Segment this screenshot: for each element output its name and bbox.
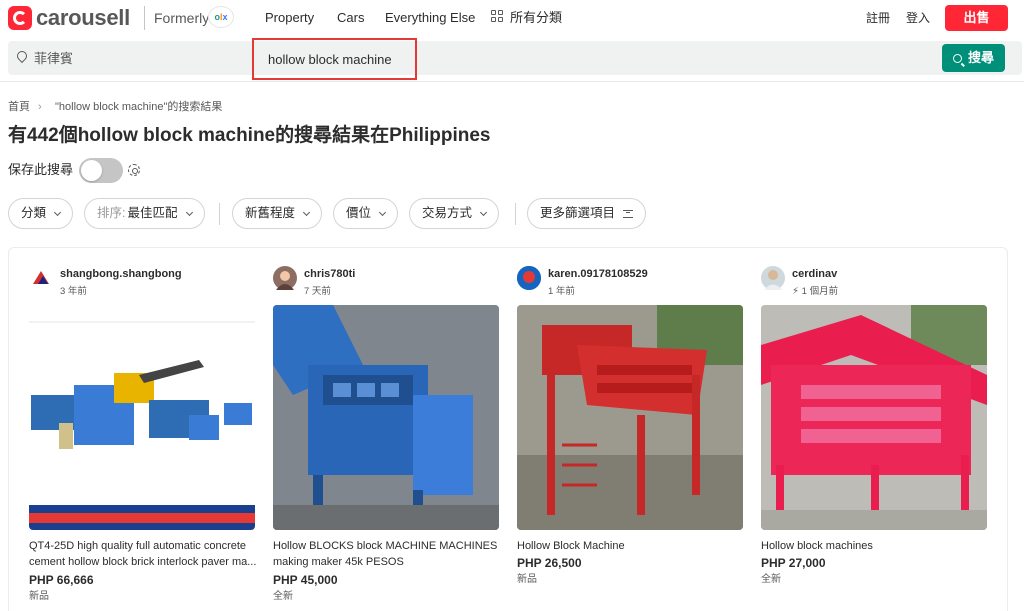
carousell-logo-icon: [8, 6, 32, 30]
save-search-toggle[interactable]: [79, 158, 123, 183]
seller-name[interactable]: shangbong.shangbong: [60, 268, 182, 281]
sliders-icon: [623, 209, 634, 218]
seller-name[interactable]: karen.09178108529: [548, 268, 648, 281]
location-selector[interactable]: 菲律賓: [34, 51, 73, 67]
chevron-down-icon: [479, 208, 488, 216]
search-bar: 菲律賓: [8, 41, 1022, 75]
page-title: 有442個hollow block machine的搜尋結果在Philippin…: [8, 125, 491, 146]
filter-sort[interactable]: 排序: 最佳匹配: [84, 198, 205, 229]
avatar[interactable]: [761, 266, 785, 290]
chevron-down-icon: [185, 208, 193, 216]
listing-title[interactable]: Hollow Block Machine: [517, 538, 745, 554]
listing-price: PHP 45,000: [273, 573, 338, 587]
avatar[interactable]: [29, 266, 53, 290]
logo-divider: [144, 6, 145, 30]
listing-title[interactable]: Hollow block machines: [761, 538, 989, 554]
listing-age: 7 天前: [304, 286, 331, 297]
filter-condition-label: 新舊程度: [245, 206, 296, 220]
listing-title[interactable]: QT4-25D high quality full automatic conc…: [29, 538, 257, 570]
filter-more-label: 更多篩選項目: [540, 206, 616, 220]
listing-condition: 新品: [517, 574, 537, 585]
listing-condition: 新品: [29, 591, 49, 602]
formerly-label: Formerly: [154, 10, 210, 26]
filter-divider: [219, 203, 220, 225]
olx-logo: olx: [208, 6, 234, 28]
listing-condition: 全新: [761, 574, 781, 585]
filter-price-label: 價位: [346, 206, 372, 220]
listing-price: PHP 66,666: [29, 573, 94, 587]
listing-price: PHP 27,000: [761, 556, 826, 570]
breadcrumb-home[interactable]: 首頁: [8, 100, 30, 114]
chevron-down-icon: [378, 208, 387, 216]
search-input[interactable]: [268, 50, 468, 68]
avatar[interactable]: [517, 266, 541, 290]
listing-age: 3 年前: [60, 286, 87, 297]
sort-value: 最佳匹配: [127, 206, 178, 220]
listing-age: ⚡ 1 個月前: [792, 286, 838, 298]
listing-title[interactable]: Hollow BLOCKS block MACHINE MACHINES mak…: [273, 538, 501, 570]
seller-name[interactable]: cerdinav: [792, 268, 837, 281]
chevron-down-icon: [302, 208, 311, 216]
search-button-label: 搜尋: [967, 50, 994, 65]
listing-age-text: 1 個月前: [801, 286, 839, 297]
filter-deal-label: 交易方式: [422, 206, 473, 220]
carousell-logo[interactable]: carousell: [8, 6, 130, 30]
save-search-label: 保存此搜尋: [8, 162, 74, 177]
breadcrumb-current: "hollow block machine"的搜索結果: [55, 101, 223, 113]
filter-deal-method[interactable]: 交易方式: [409, 198, 500, 229]
chevron-down-icon: [53, 208, 62, 216]
grid-icon[interactable]: [491, 10, 503, 22]
listing-price: PHP 26,500: [517, 556, 582, 570]
filter-price[interactable]: 價位: [333, 198, 399, 229]
top-nav: carousell Formerly olx Property Cars Eve…: [0, 0, 1024, 36]
filter-category[interactable]: 分類: [8, 198, 74, 229]
listing-image[interactable]: [29, 305, 255, 530]
avatar[interactable]: [273, 266, 297, 290]
listing-age: 1 年前: [548, 286, 575, 297]
nav-property[interactable]: Property: [265, 10, 314, 26]
seller-name[interactable]: chris780ti: [304, 268, 355, 281]
search-icon: [952, 54, 962, 63]
header-divider: [0, 81, 1024, 82]
nav-all-categories[interactable]: 所有分類: [510, 10, 562, 26]
filter-divider: [515, 203, 516, 225]
nav-everything-else[interactable]: Everything Else: [385, 10, 475, 26]
location-pin-icon: [14, 48, 30, 64]
nav-cars[interactable]: Cars: [337, 10, 364, 26]
listing-condition: 全新: [273, 591, 293, 602]
sell-button[interactable]: 出售: [945, 5, 1008, 31]
filter-more[interactable]: 更多篩選項目: [527, 198, 647, 229]
sort-prefix: 排序:: [97, 206, 126, 220]
listing-image[interactable]: [273, 305, 499, 530]
breadcrumb-separator: ›: [38, 101, 42, 113]
login-link[interactable]: 登入: [906, 10, 930, 26]
filter-condition[interactable]: 新舊程度: [232, 198, 323, 229]
search-button[interactable]: 搜尋: [942, 44, 1005, 72]
bump-icon: ⚡: [792, 286, 800, 297]
register-link[interactable]: 註冊: [866, 10, 890, 26]
listing-image[interactable]: [517, 305, 743, 530]
filter-category-label: 分類: [21, 206, 47, 220]
gear-icon[interactable]: [128, 164, 140, 176]
brand-name: carousell: [36, 5, 130, 30]
listing-image[interactable]: [761, 305, 987, 530]
